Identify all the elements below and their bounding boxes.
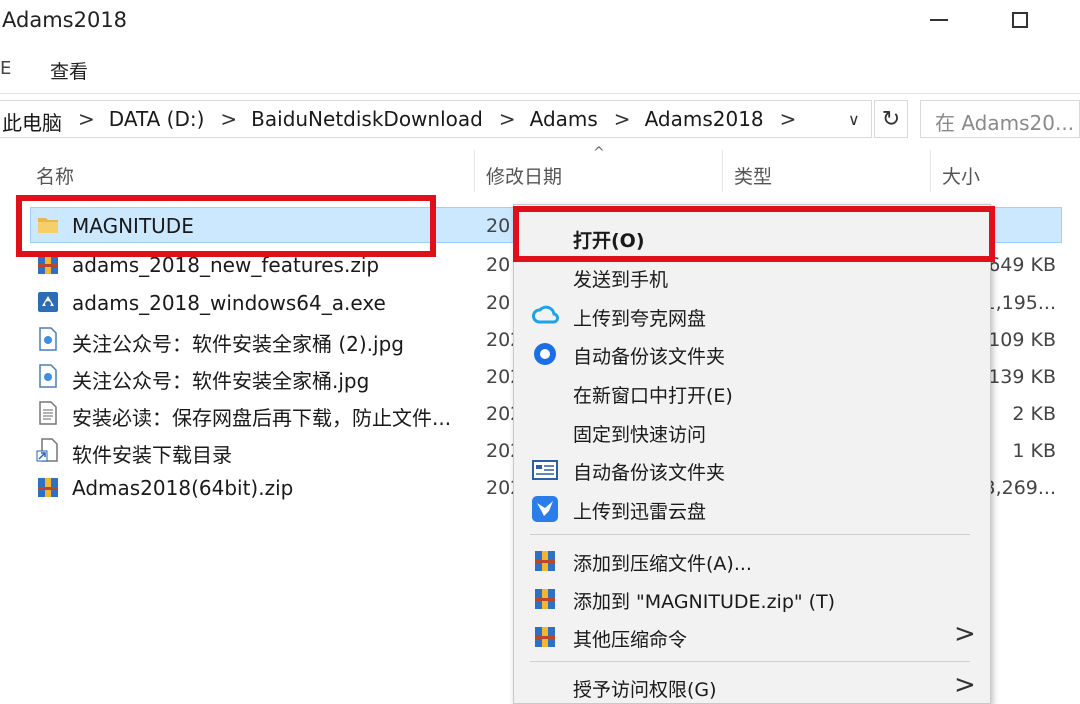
breadcrumb-separator[interactable]: > <box>780 107 797 136</box>
highlight-box <box>16 195 436 257</box>
menu-item-other-compress[interactable]: 其他压缩命令 <box>573 625 687 652</box>
sort-caret-icon: ^ <box>593 145 605 161</box>
file-date: 20 <box>486 215 511 237</box>
column-divider[interactable] <box>722 150 723 192</box>
menu-item-open-new-window[interactable]: 在新窗口中打开(E) <box>573 381 733 408</box>
image-file-icon <box>39 364 57 388</box>
file-size: 1 KB <box>1012 440 1056 462</box>
menu-item-add-to-archive[interactable]: 添加到压缩文件(A)... <box>573 549 752 576</box>
column-header-date[interactable]: 修改日期 <box>486 162 562 189</box>
ribbon-divider <box>0 93 1080 94</box>
file-size: 109 KB <box>988 329 1056 351</box>
breadcrumb-separator[interactable]: > <box>220 107 237 136</box>
menu-item-grant-access[interactable]: 授予访问权限(G) <box>573 675 717 702</box>
menu-item-pin-quick-access[interactable]: 固定到快速访问 <box>573 420 706 447</box>
file-name[interactable]: 关注公众号：软件安装全家桶 (2).jpg <box>72 328 404 357</box>
column-header-name[interactable]: 名称 <box>36 162 74 189</box>
thunder-bird-icon <box>532 496 558 522</box>
breadcrumb-this-pc[interactable]: 此电脑 <box>2 107 62 136</box>
menu-item-upload-quark[interactable]: 上传到夸克网盘 <box>573 304 706 331</box>
winrar-icon <box>535 627 555 647</box>
menu-item-auto-backup[interactable]: 自动备份该文件夹 <box>573 342 725 369</box>
maximize-button[interactable] <box>1012 12 1028 28</box>
tab-view[interactable]: 查看 <box>50 57 88 84</box>
minimize-button[interactable] <box>930 19 948 21</box>
ribbon-fold-label[interactable]: E <box>0 58 11 79</box>
column-header-size[interactable]: 大小 <box>942 162 980 189</box>
breadcrumb-separator[interactable]: > <box>614 107 631 136</box>
file-size: 3,269... <box>983 477 1056 499</box>
breadcrumb-separator[interactable]: > <box>78 107 95 136</box>
text-file-icon <box>39 401 57 425</box>
column-divider[interactable] <box>474 150 475 192</box>
shortcut-icon <box>36 438 58 462</box>
column-divider[interactable] <box>930 150 931 192</box>
zip-archive-icon <box>38 478 58 497</box>
file-size: 649 KB <box>988 254 1056 276</box>
menu-separator <box>530 661 970 662</box>
file-size: 139 KB <box>988 366 1056 388</box>
refresh-icon[interactable]: ↻ <box>874 100 908 138</box>
menu-item-send-to-phone[interactable]: 发送到手机 <box>573 265 668 292</box>
installer-exe-icon <box>38 292 58 312</box>
submenu-arrow-icon: > <box>954 670 976 700</box>
column-header-type[interactable]: 类型 <box>734 162 772 189</box>
window-title: Adams2018 <box>2 8 128 32</box>
file-name[interactable]: 软件安装下载目录 <box>72 439 232 468</box>
file-name[interactable]: 安装必读：保存网盘后再下载，防止文件... <box>72 402 451 431</box>
breadcrumb-separator[interactable]: > <box>499 107 516 136</box>
breadcrumb-adams2018[interactable]: Adams2018 <box>645 107 764 136</box>
file-date: 20 <box>486 254 511 276</box>
file-name[interactable]: adams_2018_windows64_a.exe <box>72 291 386 315</box>
file-size: 2 KB <box>1012 403 1056 425</box>
breadcrumb: 此电脑 > DATA (D:) > BaiduNetdiskDownload >… <box>2 107 810 136</box>
backup-circle-icon <box>534 343 556 365</box>
file-date: 20 <box>486 292 511 314</box>
menu-item-upload-thunder[interactable]: 上传到迅雷云盘 <box>573 497 706 524</box>
file-name[interactable]: Admas2018(64bit).zip <box>72 476 293 500</box>
file-name[interactable]: 关注公众号：软件安装全家桶.jpg <box>72 365 369 394</box>
breadcrumb-baidunetdisk[interactable]: BaiduNetdiskDownload <box>251 107 483 136</box>
quark-cloud-icon <box>532 305 559 324</box>
file-size: 1,195... <box>983 292 1056 314</box>
address-dropdown-icon[interactable]: ∨ <box>848 110 860 129</box>
breadcrumb-adams[interactable]: Adams <box>530 107 598 136</box>
backup-window-icon <box>532 460 558 480</box>
winrar-icon <box>535 551 555 571</box>
image-file-icon <box>39 327 57 351</box>
breadcrumb-data-drive[interactable]: DATA (D:) <box>109 107 205 136</box>
menu-separator <box>530 534 970 535</box>
submenu-arrow-icon: > <box>954 619 976 649</box>
winrar-icon <box>535 589 555 609</box>
menu-item-auto-backup-2[interactable]: 自动备份该文件夹 <box>573 458 725 485</box>
menu-item-add-to-zip[interactable]: 添加到 "MAGNITUDE.zip" (T) <box>573 587 835 614</box>
highlight-box <box>513 206 995 262</box>
search-input[interactable]: 在 Adams20... <box>920 100 1080 138</box>
